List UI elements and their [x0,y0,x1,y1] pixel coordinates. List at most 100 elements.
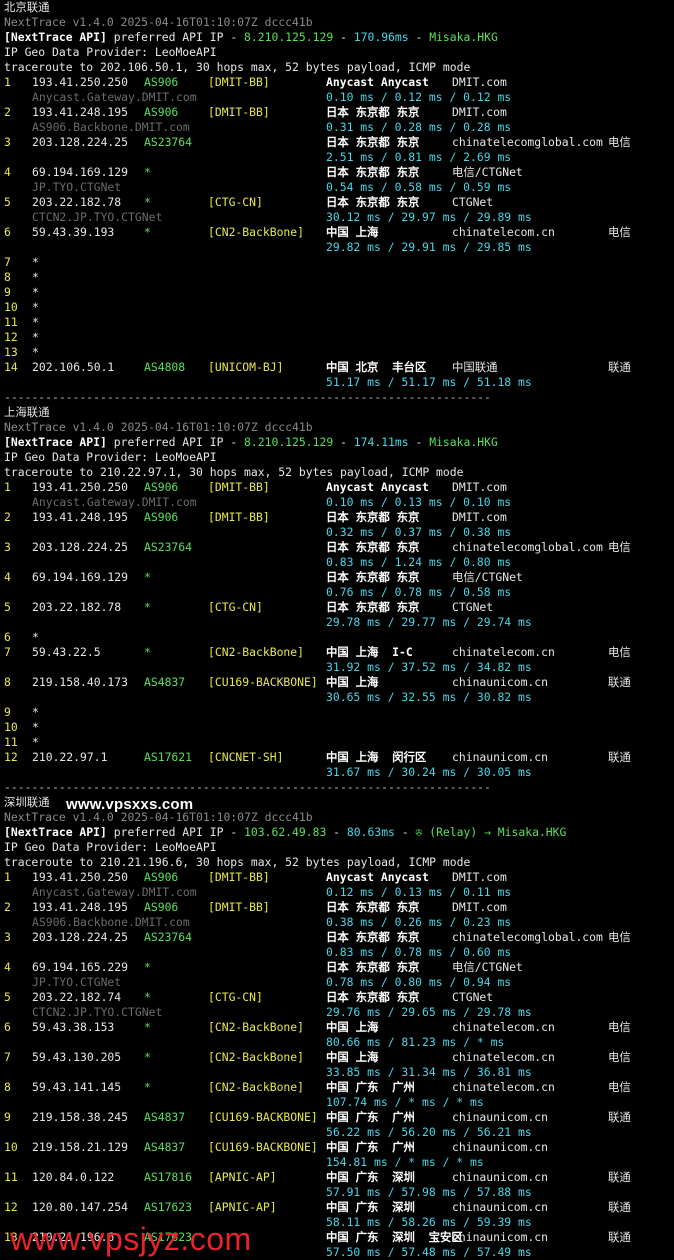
hop-isp: chinatelecom.cn [452,225,555,239]
hop-number: 11 [4,315,18,329]
hop-latency-row: 33.85 ms / 31.34 ms / 36.81 ms [4,1065,674,1080]
hop-row: 2 193.41.248.195 AS906 [DMIT-BB] 日本 东京都 东京 DM… [4,900,674,915]
block-title-line: 上海联通 [4,405,674,420]
hop-tag: [CU169-BACKBONE] [208,1140,318,1154]
hop-isp: chinatelecom.cn [452,645,555,659]
hop-latency: 80.66 ms / 81.23 ms / * ms [326,1035,505,1049]
hop-asn: AS906 [144,480,179,494]
api-host: ✇ (Relay) → Misaka.HKG [415,825,567,839]
trace-line: traceroute to 210.22.97.1, 30 hops max, … [4,465,674,480]
hop-row: 9 * [4,285,674,300]
hop-ip: 203.22.182.74 [32,990,122,1004]
hop-carrier: 电信 [608,1080,631,1094]
hop-latency-row: 0.32 ms / 0.37 ms / 0.38 ms [4,525,674,540]
hop-number: 1 [4,870,11,884]
api-mid: preferred API IP - [106,30,245,44]
geo-line: IP Geo Data Provider: LeoMoeAPI [4,45,674,60]
hop-number: 2 [4,105,11,119]
hop-hostname: JP.TYO.CTGNet [32,975,122,989]
hop-ip: 69.194.165.229 [32,960,129,974]
hop-location: 日本 东京都 东京 [326,195,420,209]
hop-asn: * [144,165,151,179]
hop-row: 5 203.22.182.78 * [CTG-CN] 日本 东京都 东京 CTGNet [4,195,674,210]
hop-number: 10 [4,300,18,314]
hop-latency-row: Anycast.Gateway.DMIT.com 0.10 ms / 0.12 m… [4,90,674,105]
hop-carrier: 联通 [608,360,631,374]
hop-asn: AS17621 [144,750,193,764]
hop-latency: 29.82 ms / 29.91 ms / 29.85 ms [326,240,532,254]
hop-ip: 203.22.182.78 [32,600,122,614]
hop-location: 日本 东京都 东京 [326,900,420,914]
api-text: [NextTrace API] preferred API IP - 103.6… [4,825,566,840]
hop-number: 7 [4,1050,11,1064]
hop-row: 6 59.43.38.153 * [CN2-BackBone] 中国 上海 chinate… [4,1020,674,1035]
hop-location: 中国 北京 丰台区 [326,360,427,374]
hop-ip: * [32,315,39,329]
hop-asn: AS4837 [144,1110,186,1124]
hop-hostname: Anycast.Gateway.DMIT.com [32,495,197,509]
hop-asn: AS906 [144,900,179,914]
hop-asn: * [144,570,151,584]
hop-carrier: 联通 [608,1230,631,1244]
hop-latency-row: JP.TYO.CTGNet 0.78 ms / 0.80 ms / 0.94 ms [4,975,674,990]
hop-latency-row: 154.81 ms / * ms / * ms [4,1155,674,1170]
hop-location: 日本 东京都 东京 [326,960,420,974]
hop-isp: chinatelecom.cn [452,1020,555,1034]
hop-location: 中国 广东 广州 [326,1110,415,1124]
hop-row: 11 * [4,735,674,750]
hop-row: 2 193.41.248.195 AS906 [DMIT-BB] 日本 东京都 东京 DM… [4,510,674,525]
hop-latency: 2.51 ms / 0.81 ms / 2.69 ms [326,150,512,164]
geo-line: IP Geo Data Provider: LeoMoeAPI [4,450,674,465]
hop-tag: [CTG-CN] [208,600,263,614]
watermark-top: www.vpsxxs.com [66,796,194,813]
hop-asn: AS906 [144,870,179,884]
hop-ip: 59.43.22.5 [32,645,101,659]
hop-ip: 219.158.21.129 [32,1140,129,1154]
watermark-bottom: www.vpsjyz.com [10,1221,252,1257]
api-ms: 170.96ms [353,30,409,44]
hop-ip: * [32,270,39,284]
hop-latency: 0.83 ms / 1.24 ms / 0.80 ms [326,555,512,569]
hop-location: 日本 东京都 东京 [326,105,420,119]
hop-row: 7 59.43.130.205 * [CN2-BackBone] 中国 上海 chinat… [4,1050,674,1065]
hop-row: 6 59.43.39.193 * [CN2-BackBone] 中国 上海 chinate… [4,225,674,240]
hop-location: 中国 上海 [326,1020,379,1034]
api-mid: preferred API IP - [106,435,245,449]
hop-ip: 193.41.248.195 [32,900,129,914]
hop-latency: 154.81 ms / * ms / * ms [326,1155,484,1169]
hop-row: 4 69.194.169.129 * 日本 东京都 东京 电信/CTGNet [4,570,674,585]
hop-carrier: 联通 [608,675,631,689]
hop-number: 1 [4,480,11,494]
hop-latency-row: 31.92 ms / 37.52 ms / 34.82 ms [4,660,674,675]
hop-number: 3 [4,135,11,149]
hop-row: 9 219.158.38.245 AS4837 [CU169-BACKBONE] 中国 … [4,1110,674,1125]
hop-tag: [CTG-CN] [208,990,263,1004]
hop-ip: 203.128.224.25 [32,930,129,944]
hop-latency: 0.76 ms / 0.78 ms / 0.58 ms [326,585,512,599]
hop-latency-row: 0.76 ms / 0.78 ms / 0.58 ms [4,585,674,600]
hop-ip: * [32,720,39,734]
version-text: NextTrace v1.4.0 2025-04-16T01:10:07Z dc… [4,15,313,29]
hop-row: 13 * [4,345,674,360]
hop-isp: DMIT.com [452,510,507,524]
hop-asn: AS23764 [144,930,193,944]
hop-latency-row: 0.83 ms / 1.24 ms / 0.80 ms [4,555,674,570]
hop-latency-row: 107.74 ms / * ms / * ms [4,1095,674,1110]
hop-row: 10 * [4,720,674,735]
hop-isp: 电信/CTGNet [452,165,523,179]
hop-tag: [CN2-BackBone] [208,225,305,239]
hop-row: 12 120.80.147.254 AS17623 [APNIC-AP] 中国 广东 深… [4,1200,674,1215]
hop-latency: 0.10 ms / 0.12 ms / 0.12 ms [326,90,512,104]
api-mid: preferred API IP - [106,825,245,839]
api-line: [NextTrace API] preferred API IP - 103.6… [4,825,674,840]
hop-number: 9 [4,285,11,299]
hop-number: 13 [4,345,18,359]
hop-latency: 29.78 ms / 29.77 ms / 29.74 ms [326,615,532,629]
hop-isp: chinaunicom.cn [452,1170,549,1184]
hop-latency-row: 29.78 ms / 29.77 ms / 29.74 ms [4,615,674,630]
trace-text: traceroute to 210.22.97.1, 30 hops max, … [4,465,464,479]
hop-number: 7 [4,255,11,269]
hop-ip: 203.128.224.25 [32,135,129,149]
hop-hostname: AS906.Backbone.DMIT.com [32,915,190,929]
hop-isp: DMIT.com [452,480,507,494]
